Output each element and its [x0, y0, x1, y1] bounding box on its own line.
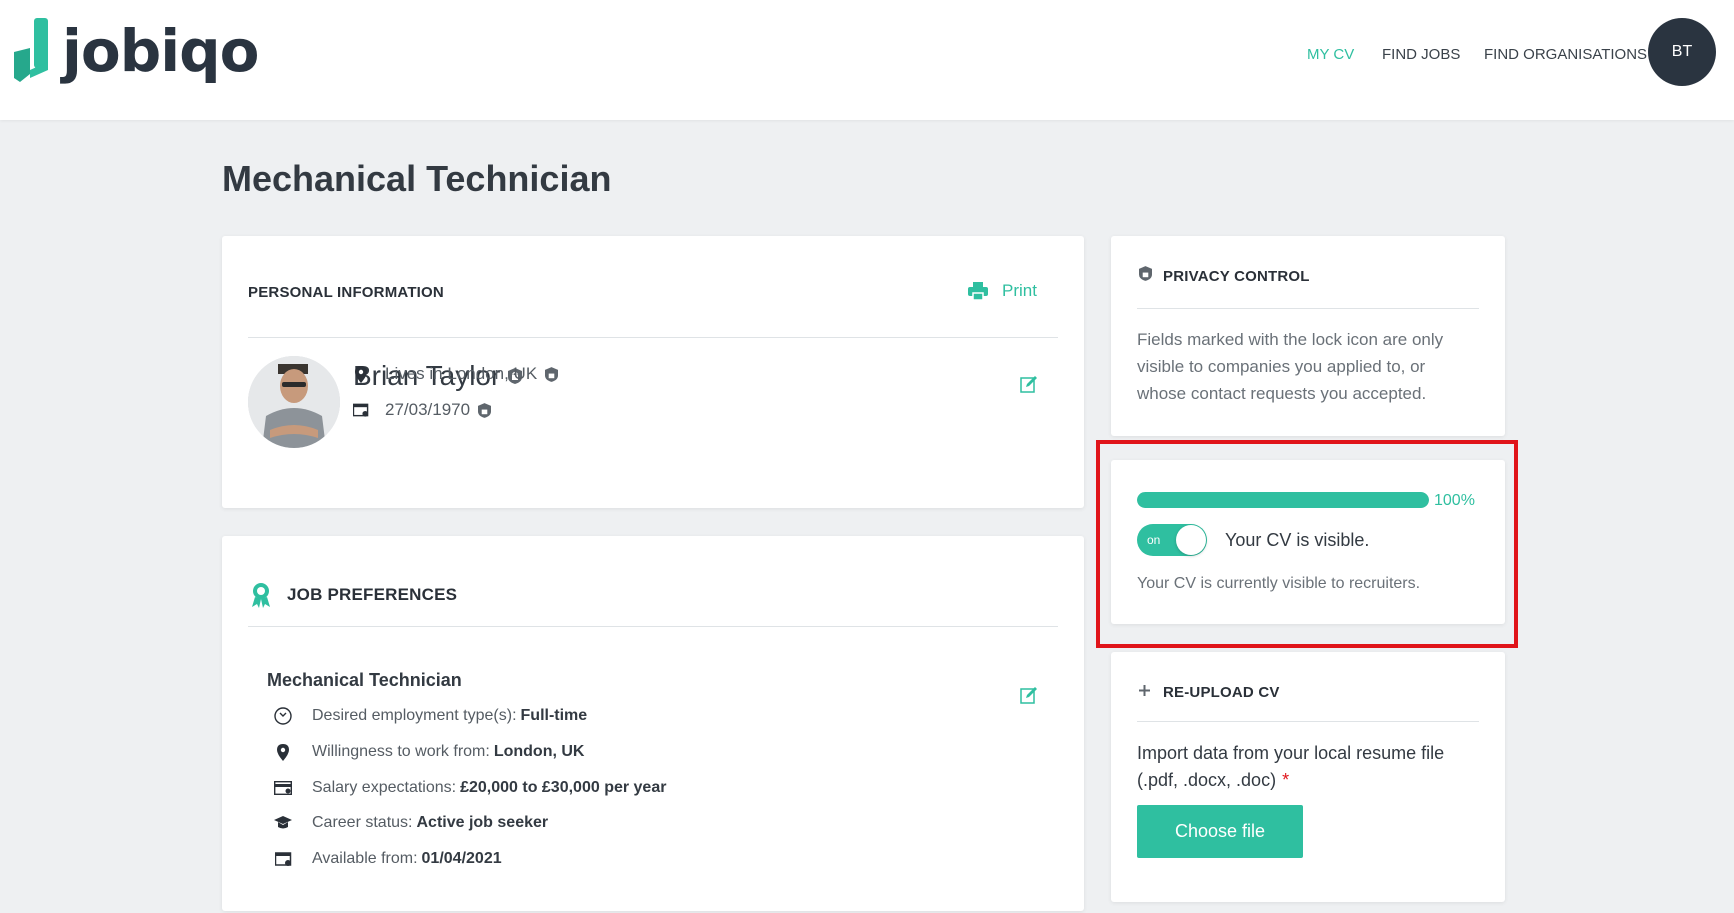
career-status-label: Career status: [312, 814, 413, 831]
available-from-label: Available from: [312, 850, 418, 867]
edit-job-preferences-icon[interactable] [1020, 686, 1038, 704]
birth-date-text: 27/03/1970 [385, 400, 471, 419]
reupload-description: Import data from your local resume file … [1137, 740, 1477, 794]
location-pin-icon [274, 743, 292, 761]
divider [248, 626, 1058, 627]
calendar-icon [274, 851, 292, 867]
page-title: Mechanical Technician [222, 158, 612, 199]
reupload-cv-heading: RE-UPLOAD CV [1163, 684, 1280, 701]
profile-photo [248, 356, 340, 448]
job-preferences-card: JOB PREFERENCES Mechanical Technician De… [222, 536, 1084, 911]
divider [248, 337, 1058, 338]
employment-type-label: Desired employment type(s): [312, 707, 517, 724]
lock-icon [1139, 266, 1152, 281]
preference-job-title: Mechanical Technician [267, 670, 462, 690]
reupload-text: Import data from your local resume file … [1137, 743, 1445, 790]
jobiqo-logo[interactable]: jobiqo [10, 18, 259, 84]
print-label: Print [1002, 281, 1037, 300]
credit-card-icon [274, 781, 292, 795]
birth-date-row: 27/03/1970 [353, 400, 492, 420]
employment-type-value: Full-time [520, 707, 588, 724]
location-row: Lives in London, UK [353, 364, 559, 384]
required-mark: * [1282, 770, 1290, 790]
edit-personal-info-icon[interactable] [1020, 375, 1038, 393]
plus-icon [1139, 685, 1150, 696]
nav-my-cv[interactable]: MY CV [1307, 46, 1354, 63]
logo-wordmark: jobiqo [62, 17, 259, 85]
print-button[interactable]: Print [968, 281, 1037, 301]
personal-information-heading: PERSONAL INFORMATION [248, 284, 444, 301]
job-preferences-heading: JOB PREFERENCES [287, 585, 458, 604]
work-location-row: Willingness to work from: London, UK [274, 743, 584, 761]
reupload-cv-card: RE-UPLOAD CV Import data from your local… [1111, 652, 1505, 902]
salary-row: Salary expectations: £20,000 to £30,000 … [274, 779, 666, 797]
privacy-control-heading: PRIVACY CONTROL [1163, 268, 1310, 285]
privacy-description: Fields marked with the lock icon are onl… [1137, 330, 1444, 403]
award-ribbon-icon [252, 583, 270, 608]
personal-information-card: PERSONAL INFORMATION Print Brian Taylor [222, 236, 1084, 508]
salary-label: Salary expectations: [312, 779, 457, 796]
jobiqo-logo-mark-icon [14, 18, 48, 82]
graduation-cap-icon [274, 815, 292, 831]
clock-icon [274, 707, 292, 725]
nav-find-organisations[interactable]: FIND ORGANISATIONS [1484, 46, 1647, 63]
lock-icon [478, 402, 492, 418]
divider [1137, 721, 1479, 722]
employment-type-row: Desired employment type(s): Full-time [274, 707, 587, 725]
work-location-value: London, UK [493, 743, 585, 760]
highlight-annotation-box [1096, 440, 1518, 648]
user-initials: BT [1671, 43, 1693, 60]
privacy-control-card: PRIVACY CONTROL Fields marked with the l… [1111, 236, 1505, 436]
available-from-row: Available from: 01/04/2021 [274, 850, 502, 868]
work-location-label: Willingness to work from: [312, 743, 490, 760]
top-navigation-bar: jobiqo MY CV FIND JOBS FIND ORGANISATION… [0, 0, 1734, 120]
nav-find-jobs[interactable]: FIND JOBS [1382, 46, 1460, 63]
salary-value: £20,000 to £30,000 per year [460, 779, 667, 796]
career-status-row: Career status: Active job seeker [274, 814, 548, 832]
user-avatar-button[interactable]: BT [1648, 18, 1716, 86]
location-text: Lives in London, UK [385, 364, 538, 383]
career-status-value: Active job seeker [416, 814, 549, 831]
divider [1137, 308, 1479, 309]
printer-icon [968, 282, 988, 300]
lock-icon [545, 366, 559, 382]
calendar-icon [353, 402, 369, 418]
location-pin-icon [353, 365, 369, 383]
choose-file-button[interactable]: Choose file [1137, 805, 1303, 858]
available-from-value: 01/04/2021 [421, 850, 502, 867]
